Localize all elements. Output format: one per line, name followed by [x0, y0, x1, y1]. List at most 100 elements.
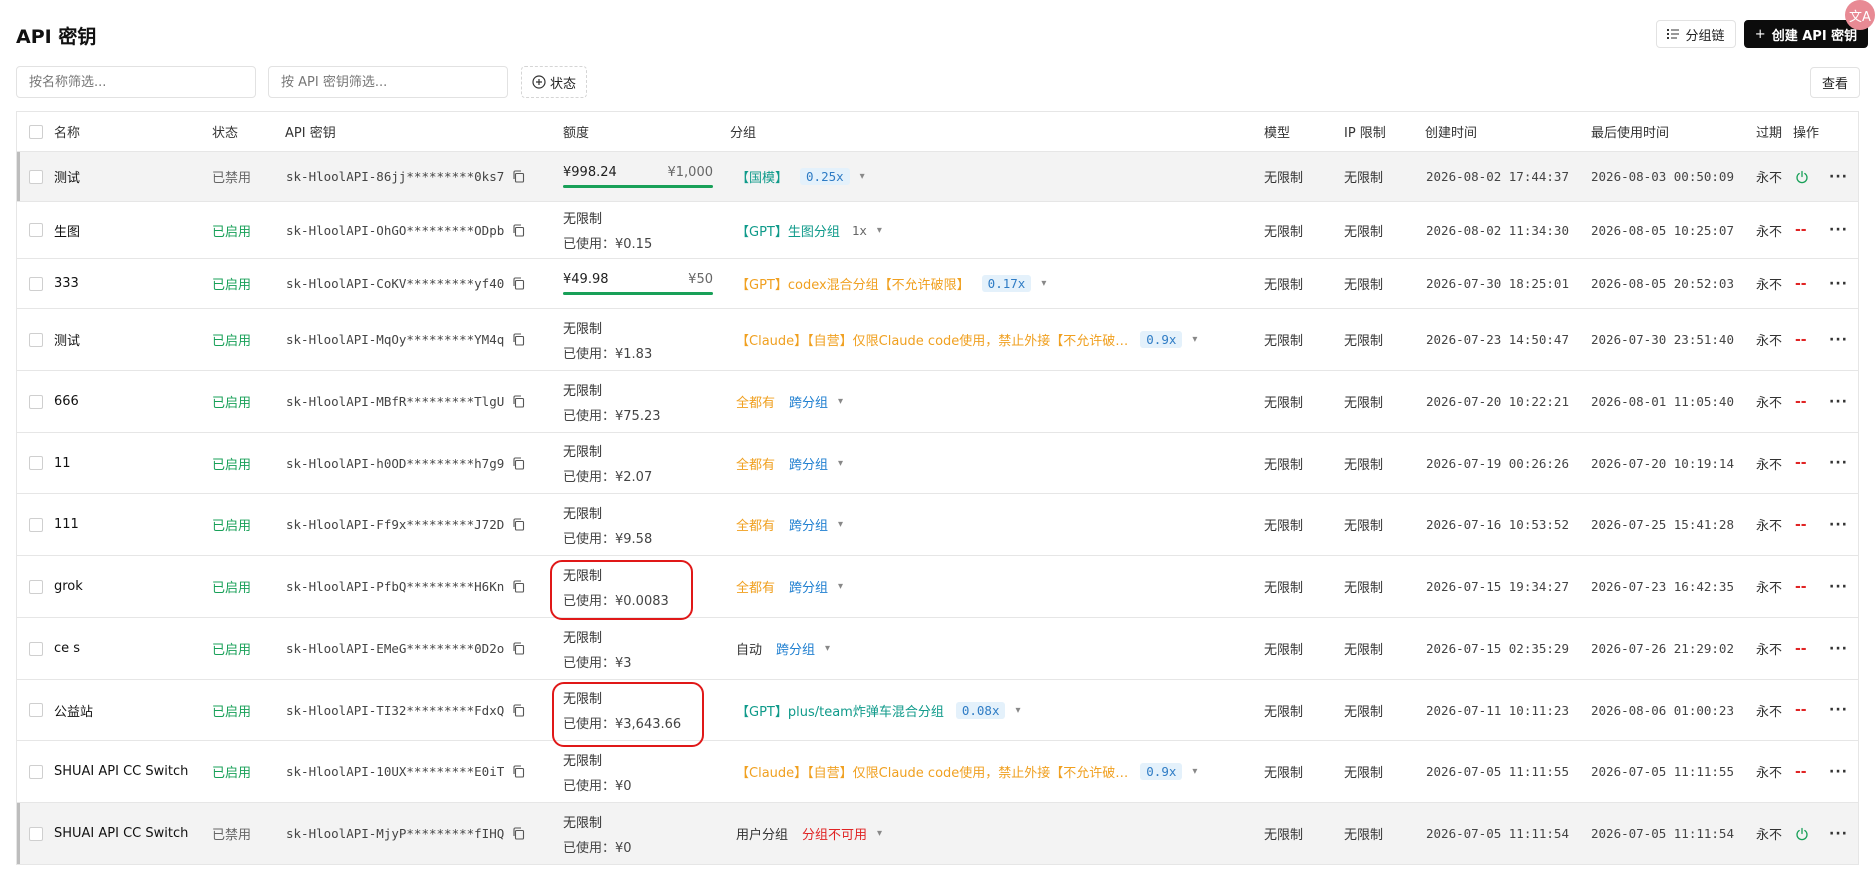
more-actions-icon[interactable]: ··· — [1829, 741, 1848, 802]
group-cell[interactable]: 全都有 跨分组 ▾ — [736, 494, 1261, 555]
row-checkbox[interactable] — [29, 703, 43, 717]
group-label[interactable]: 用户分组 — [736, 824, 788, 843]
column-header[interactable]: 状态 — [212, 112, 238, 151]
table-row[interactable]: 111 已启用 sk-HloolAPI-Ff9x*********J72D 无限制 已使… — [17, 494, 1858, 556]
more-actions-icon[interactable]: ··· — [1829, 309, 1848, 370]
copy-icon[interactable] — [512, 642, 525, 655]
more-actions-icon[interactable]: ··· — [1829, 618, 1848, 679]
group-cell[interactable]: 全都有 跨分组 ▾ — [736, 433, 1261, 493]
translate-icon[interactable]: 文A — [1845, 0, 1875, 30]
more-actions-icon[interactable]: ··· — [1829, 371, 1848, 432]
copy-icon[interactable] — [512, 395, 525, 408]
chevron-down-icon[interactable]: ▾ — [1192, 334, 1197, 345]
group-label[interactable]: 自动 — [736, 639, 762, 658]
table-row[interactable]: SHUAI API CC Switch 已启用 sk-HloolAPI-10UX**… — [17, 741, 1858, 803]
more-actions-icon[interactable]: ··· — [1829, 259, 1848, 308]
row-checkbox[interactable] — [29, 223, 43, 237]
group-label[interactable]: 跨分组 — [789, 454, 828, 473]
select-all-checkbox[interactable] — [29, 124, 43, 139]
copy-icon[interactable] — [512, 277, 525, 290]
table-row[interactable]: 生图 已启用 sk-HloolAPI-OhGO*********ODpb 无限制 已使用… — [17, 202, 1858, 259]
row-checkbox[interactable] — [29, 517, 43, 532]
row-checkbox[interactable] — [29, 579, 43, 594]
power-icon[interactable] — [1795, 803, 1809, 864]
row-checkbox[interactable] — [29, 456, 43, 470]
table-row[interactable]: 测试 已启用 sk-HloolAPI-MqOy*********YM4q 无限制 已使用… — [17, 309, 1858, 371]
chevron-down-icon[interactable]: ▾ — [1192, 766, 1197, 777]
group-cell[interactable]: 【GPT】codex混合分组【不允许破限】 0.17x ▾ — [736, 259, 1261, 308]
column-header[interactable]: IP 限制 — [1344, 112, 1386, 151]
copy-icon[interactable] — [512, 170, 525, 183]
copy-icon[interactable] — [512, 703, 525, 717]
group-label[interactable]: 【Claude】【自营】仅限Claude code使用，禁止外接【不允许破… — [736, 330, 1128, 349]
more-actions-icon[interactable]: ··· — [1829, 803, 1848, 864]
chevron-down-icon[interactable]: ▾ — [860, 171, 865, 182]
group-label[interactable]: 跨分组 — [776, 639, 815, 658]
table-row[interactable]: SHUAI API CC Switch 已禁用 sk-HloolAPI-MjyP**… — [17, 803, 1858, 865]
name-filter-input[interactable] — [16, 66, 256, 98]
column-header[interactable]: 额度 — [563, 112, 589, 151]
more-actions-icon[interactable]: ··· — [1829, 152, 1848, 201]
copy-icon[interactable] — [512, 223, 525, 237]
chevron-down-icon[interactable]: ▾ — [877, 225, 882, 236]
chevron-down-icon[interactable]: ▾ — [877, 828, 882, 839]
group-label[interactable]: 【Claude】【自营】仅限Claude code使用，禁止外接【不允许破… — [736, 762, 1128, 781]
table-row[interactable]: 公益站 已启用 sk-HloolAPI-TI32*********FdxQ 无限制 已使… — [17, 680, 1858, 741]
group-label[interactable]: 跨分组 — [789, 515, 828, 534]
column-header[interactable]: 操作 — [1793, 112, 1819, 151]
column-header[interactable]: 创建时间 — [1425, 112, 1477, 151]
row-checkbox[interactable] — [29, 394, 43, 409]
row-checkbox[interactable] — [29, 276, 43, 291]
copy-icon[interactable] — [512, 456, 525, 470]
table-row[interactable]: 11 已启用 sk-HloolAPI-h0OD*********h7g9 无限制 已使用… — [17, 433, 1858, 494]
table-row[interactable]: 333 已启用 sk-HloolAPI-CoKV*********yf40 ¥49.9… — [17, 259, 1858, 309]
column-header[interactable]: API 密钥 — [285, 112, 336, 151]
more-actions-icon[interactable]: ··· — [1829, 202, 1848, 258]
copy-icon[interactable] — [512, 580, 525, 593]
group-label[interactable]: 全都有 — [736, 515, 775, 534]
group-cell[interactable]: 【Claude】【自营】仅限Claude code使用，禁止外接【不允许破… 0.… — [736, 309, 1261, 370]
chevron-down-icon[interactable]: ▾ — [838, 396, 843, 407]
more-actions-icon[interactable]: ··· — [1829, 494, 1848, 555]
group-cell[interactable]: 用户分组 分组不可用 ▾ — [736, 803, 1261, 864]
row-checkbox[interactable] — [29, 826, 43, 841]
power-icon[interactable] — [1795, 152, 1809, 201]
column-header[interactable]: 过期 — [1756, 112, 1782, 151]
group-label[interactable]: 【GPT】plus/team炸弹车混合分组 — [736, 701, 944, 720]
table-row[interactable]: grok 已启用 sk-HloolAPI-PfbQ*********H6Kn 无限制已… — [17, 556, 1858, 618]
group-label[interactable]: 全都有 — [736, 577, 775, 596]
table-row[interactable]: 测试 已禁用 sk-HloolAPI-86jj*********0ks7 ¥998.2… — [17, 152, 1858, 202]
more-actions-icon[interactable]: ··· — [1829, 556, 1848, 617]
column-header[interactable]: 最后使用时间 — [1591, 112, 1669, 151]
column-header[interactable]: 模型 — [1264, 112, 1290, 151]
more-actions-icon[interactable]: ··· — [1829, 433, 1848, 493]
group-chain-button[interactable]: 分组链 — [1656, 20, 1736, 48]
group-label[interactable]: 全都有 — [736, 392, 775, 411]
copy-icon[interactable] — [512, 518, 525, 531]
chevron-down-icon[interactable]: ▾ — [1041, 278, 1046, 289]
group-cell[interactable]: 【Claude】【自营】仅限Claude code使用，禁止外接【不允许破… 0.… — [736, 741, 1261, 802]
column-header[interactable]: 分组 — [730, 112, 756, 151]
chevron-down-icon[interactable]: ▾ — [838, 458, 843, 469]
group-label[interactable]: 【国模】 — [736, 167, 788, 186]
copy-icon[interactable] — [512, 827, 525, 840]
chevron-down-icon[interactable]: ▾ — [838, 581, 843, 592]
group-cell[interactable]: 全都有 跨分组 ▾ — [736, 556, 1261, 617]
copy-icon[interactable] — [512, 765, 525, 778]
group-label[interactable]: 跨分组 — [789, 577, 828, 596]
group-label[interactable]: 【GPT】codex混合分组【不允许破限】 — [736, 274, 970, 293]
column-header[interactable]: 名称 — [54, 112, 80, 151]
group-cell[interactable]: 自动 跨分组 ▾ — [736, 618, 1261, 679]
status-filter-button[interactable]: 状态 — [521, 66, 587, 98]
chevron-down-icon[interactable]: ▾ — [838, 519, 843, 530]
table-row[interactable]: 666 已启用 sk-HloolAPI-MBfR*********TlgU 无限制 已使… — [17, 371, 1858, 433]
copy-icon[interactable] — [512, 333, 525, 346]
row-checkbox[interactable] — [29, 169, 43, 184]
group-label[interactable]: 全都有 — [736, 454, 775, 473]
more-actions-icon[interactable]: ··· — [1829, 680, 1848, 740]
group-cell[interactable]: 全都有 跨分组 ▾ — [736, 371, 1261, 432]
row-checkbox[interactable] — [29, 764, 43, 779]
group-label[interactable]: 【GPT】生图分组 — [736, 221, 840, 240]
group-label[interactable]: 跨分组 — [789, 392, 828, 411]
row-checkbox[interactable] — [29, 332, 43, 347]
